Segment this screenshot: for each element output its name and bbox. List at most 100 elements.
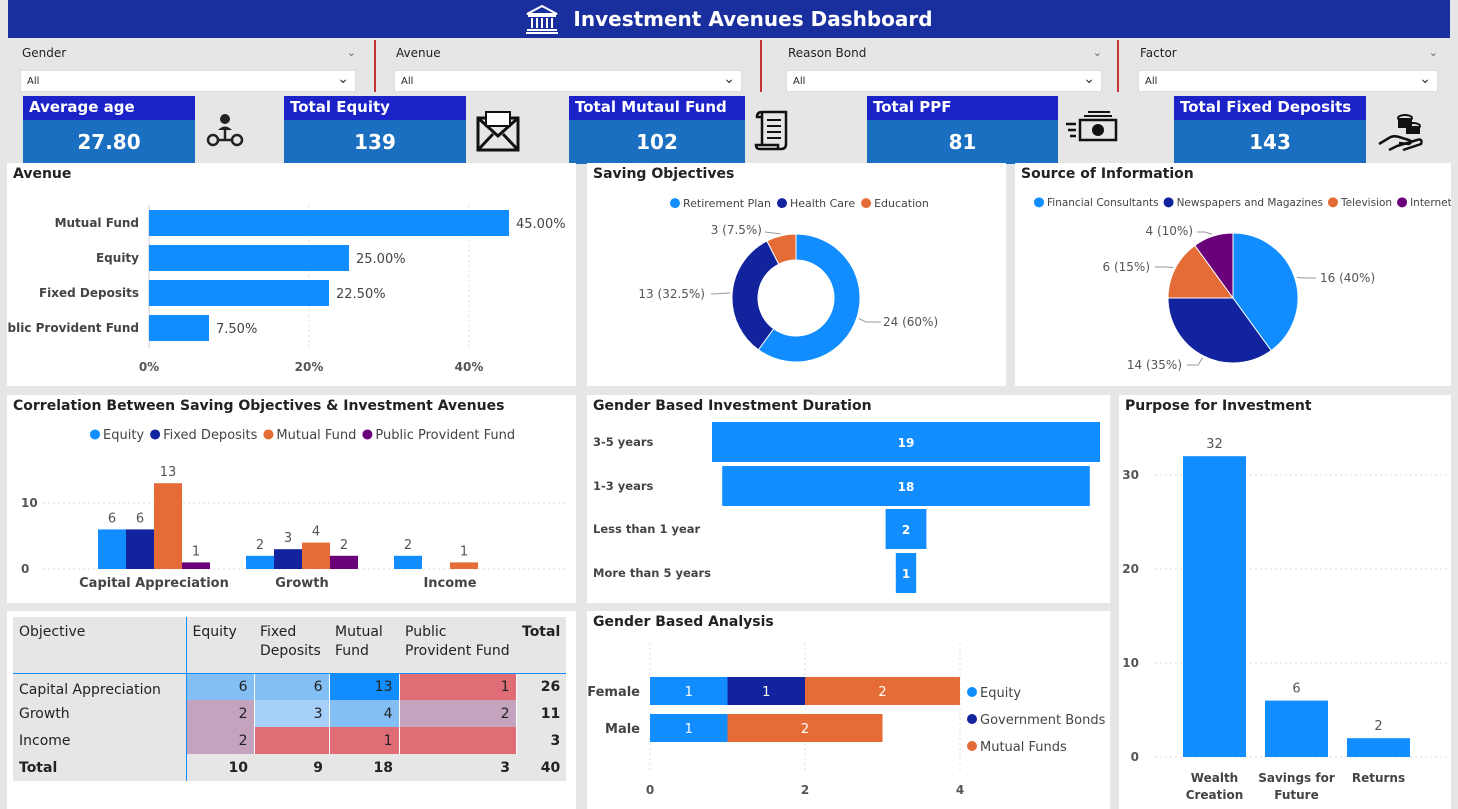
cash-icon <box>1066 111 1118 142</box>
gender-slicer[interactable]: Gender ⌄ All ⌄ <box>8 40 368 94</box>
column-total: 10 <box>185 754 254 781</box>
category-label: Creation <box>1186 788 1244 802</box>
coins-hand-icon <box>1378 114 1423 152</box>
bar <box>149 210 509 236</box>
panel-title: Gender Based Analysis <box>593 614 774 630</box>
matrix-cell: 2 <box>185 727 255 754</box>
x-tick-label: 2 <box>801 783 809 797</box>
kpi-label: Total Equity <box>284 96 466 120</box>
data-label: 14 (35%) <box>1127 358 1182 372</box>
column-total: 18 <box>329 754 399 781</box>
dashboard-header: Investment Avenues Dashboard <box>8 0 1450 38</box>
legend-label: Public Provident Fund <box>375 428 515 443</box>
header-text: Mutual <box>335 624 383 640</box>
column-header: Fixed Deposits <box>254 617 329 674</box>
header-text: Total <box>522 624 561 640</box>
data-label: 13 <box>160 465 177 480</box>
legend-label: Fixed Deposits <box>163 428 258 443</box>
kpi-label: Total PPF <box>867 96 1058 120</box>
category-label: Less than 1 year <box>593 522 701 536</box>
data-label: 2 <box>256 538 264 553</box>
leader-line <box>711 292 731 295</box>
legend-marker <box>263 429 274 440</box>
avenue-slicer[interactable]: Avenue All ⌄ <box>382 40 754 94</box>
kpi-label: Total Fixed Deposits <box>1174 96 1366 120</box>
column-header: Equity <box>185 617 254 674</box>
factor-dropdown[interactable]: All ⌄ <box>1138 70 1438 92</box>
x-tick-label: 20% <box>295 360 324 374</box>
x-tick-label: 40% <box>455 360 484 374</box>
category-label: Future <box>1274 788 1318 802</box>
data-label: 13 (32.5%) <box>638 287 705 301</box>
matrix-cell: 4 <box>329 700 400 727</box>
kpi-label: Total Mutaul Fund <box>569 96 745 120</box>
collapse-chevron-icon[interactable]: ⌄ <box>1429 46 1438 59</box>
column-header: Total <box>516 617 567 674</box>
dropdown-value: All <box>27 76 40 87</box>
gender-analysis-panel: Gender Based Analysis 0 2 4 1 1 2 Female 1 2 Male… <box>587 611 1110 809</box>
category-label: More than 5 years <box>593 566 711 580</box>
bar <box>149 245 349 271</box>
header-text: Deposits <box>260 643 321 659</box>
bar <box>98 529 126 569</box>
dashboard-title: Investment Avenues Dashboard <box>573 7 933 31</box>
row-total: 11 <box>516 700 567 727</box>
bar <box>154 483 182 569</box>
chevron-down-icon: ⌄ <box>337 71 349 87</box>
legend-label: Equity <box>103 428 144 443</box>
chevron-down-icon: ⌄ <box>723 71 735 87</box>
data-label: 16 (40%) <box>1320 271 1375 285</box>
dropdown-value: All <box>401 76 414 87</box>
legend-marker <box>861 198 872 209</box>
investment-duration-funnel-chart: 19 3-5 years 18 1-3 years 2 Less than 1 year 1… <box>593 422 1100 593</box>
data-label: 22.50% <box>336 287 386 302</box>
avenue-panel: Avenue 0% 20% 40% Mutual Fund 45.00% Equity 25… <box>0 163 576 386</box>
kpi-card-total-fixed-deposits: Total Fixed Deposits 143 <box>1174 96 1366 164</box>
legend-marker <box>777 198 787 209</box>
saving-objectives-donut-chart: 24 (60%) 13 (32.5%) 3 (7.5%) Retirement Pla… <box>638 197 938 363</box>
data-label: 4 <box>312 525 320 540</box>
y-tick-label: 10 <box>1122 656 1139 670</box>
data-label: 3 (7.5%) <box>711 223 762 237</box>
avenue-dropdown[interactable]: All ⌄ <box>394 70 742 92</box>
category-label: Returns <box>1352 771 1405 785</box>
source-of-information-pie-chart: 16 (40%) 14 (35%) 6 (15%) 4 (10%) Financial … <box>1034 197 1452 372</box>
kpi-value: 139 <box>284 120 466 164</box>
leader-line <box>858 317 881 323</box>
collapse-chevron-icon[interactable]: ⌄ <box>347 46 356 59</box>
data-label: 25.00% <box>356 252 406 267</box>
bar <box>1347 738 1410 757</box>
legend-label: Education <box>874 197 929 210</box>
slicer-label: Factor <box>1140 46 1177 60</box>
leader-line <box>1187 357 1204 366</box>
avenue-bar-chart: 0% 20% 40% Mutual Fund 45.00% Equity 25.00% Fix… <box>0 205 566 374</box>
investment-duration-panel: Gender Based Investment Duration 19 3-5 y… <box>587 395 1110 603</box>
panel-title: Gender Based Investment Duration <box>593 398 872 414</box>
legend-label: Television <box>1340 197 1392 209</box>
bar <box>246 555 274 569</box>
matrix-panel: Objective Equity Fixed Deposits Mutual Fund Pu… <box>7 611 576 809</box>
kpi-value: 143 <box>1174 120 1366 164</box>
collapse-chevron-icon[interactable]: ⌄ <box>1093 46 1102 59</box>
reason-bond-dropdown[interactable]: All ⌄ <box>786 70 1102 92</box>
gender-dropdown[interactable]: All ⌄ <box>20 70 356 92</box>
matrix-cell: 13 <box>329 673 400 700</box>
legend-marker <box>670 198 680 209</box>
legend-marker <box>1327 197 1338 208</box>
objective-avenue-matrix: Objective Equity Fixed Deposits Mutual Fund Pu… <box>13 617 567 781</box>
legend-label: Mutual Fund <box>276 428 356 443</box>
factor-slicer[interactable]: Factor ⌄ All ⌄ <box>1126 40 1450 94</box>
header-text: Public <box>405 624 447 640</box>
legend-marker <box>90 429 100 440</box>
column-header: Mutual Fund <box>329 617 399 674</box>
leader-line <box>1155 266 1174 269</box>
purpose-panel: Purpose for Investment 0 10 20 30 32 Wealth Cr… <box>1119 395 1451 809</box>
data-label: 2 <box>878 685 886 700</box>
legend-marker <box>150 429 161 440</box>
leader-line <box>1296 276 1316 279</box>
gender-analysis-stacked-bar-chart: 0 2 4 1 1 2 Female 1 2 Male Equity Government Bonds… <box>587 643 1106 797</box>
reason-bond-slicer[interactable]: Reason Bond ⌄ All ⌄ <box>774 40 1114 94</box>
panel-title: Purpose for Investment <box>1125 398 1312 414</box>
scroll-icon <box>754 110 788 151</box>
legend-label: Health Care <box>790 197 855 210</box>
